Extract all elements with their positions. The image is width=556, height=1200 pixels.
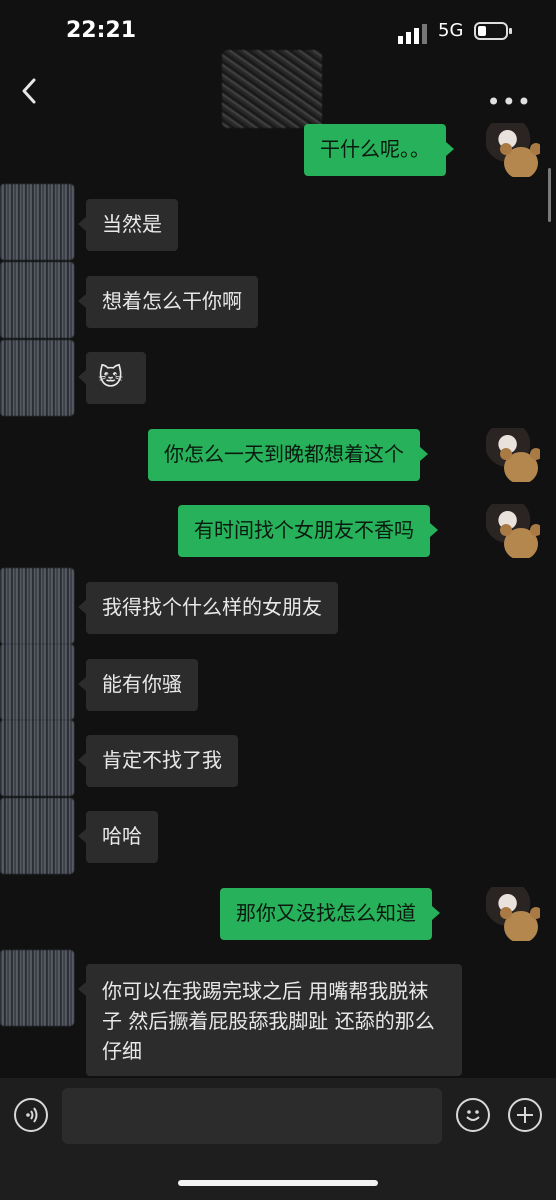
avatar-contact[interactable] (0, 184, 74, 260)
avatar-me[interactable] (486, 504, 540, 558)
avatar-contact[interactable] (0, 720, 74, 796)
message-bubble-incoming[interactable]: 你可以在我踢完球之后 用嘴帮我脱袜子 然后撅着屁股舔我脚趾 还舔的那么仔细 (78, 964, 462, 1076)
signal-icon (398, 24, 427, 44)
emoji-icon[interactable] (456, 1098, 490, 1132)
message-bubble-incoming[interactable]: 肯定不找了我 (78, 735, 238, 787)
message-bubble-incoming[interactable]: 哈哈 (78, 811, 158, 863)
avatar-contact[interactable] (0, 950, 74, 1026)
avatar-me[interactable] (486, 887, 540, 941)
avatar-me[interactable] (486, 428, 540, 482)
avatar-contact[interactable] (0, 262, 74, 338)
message-bubble-incoming[interactable]: 想着怎么干你啊 (78, 276, 258, 328)
message-bubble-incoming[interactable]: 能有你骚 (78, 659, 198, 711)
message-bubble-incoming-emoji[interactable]: 🐱 (78, 352, 146, 404)
plus-icon[interactable] (508, 1098, 542, 1132)
avatar-contact[interactable] (0, 644, 74, 720)
battery-icon (474, 22, 512, 40)
message-input[interactable] (62, 1088, 442, 1144)
avatar-contact[interactable] (0, 568, 74, 644)
voice-icon[interactable] (14, 1098, 48, 1132)
scroll-indicator (548, 168, 551, 222)
contact-name-redacted (222, 50, 322, 128)
message-bubble-incoming[interactable]: 当然是 (78, 199, 178, 251)
network-type: 5G (438, 20, 464, 41)
avatar-contact[interactable] (0, 798, 74, 874)
status-time: 22:21 (66, 18, 137, 43)
avatar-me[interactable] (486, 123, 540, 177)
back-arrow-icon[interactable] (16, 74, 44, 108)
message-bubble-incoming[interactable]: 我得找个什么样的女朋友 (78, 582, 338, 634)
message-bubble-outgoing[interactable]: 干什么呢。。 (304, 124, 454, 176)
message-bubble-outgoing[interactable]: 你怎么一天到晚都想着这个 (148, 429, 428, 481)
more-options-button[interactable]: ••• (487, 88, 532, 116)
home-indicator (178, 1180, 378, 1186)
message-bubble-outgoing[interactable]: 有时间找个女朋友不香吗 (178, 505, 438, 557)
message-bubble-outgoing[interactable]: 那你又没找怎么知道 (220, 888, 440, 940)
avatar-contact[interactable] (0, 340, 74, 416)
